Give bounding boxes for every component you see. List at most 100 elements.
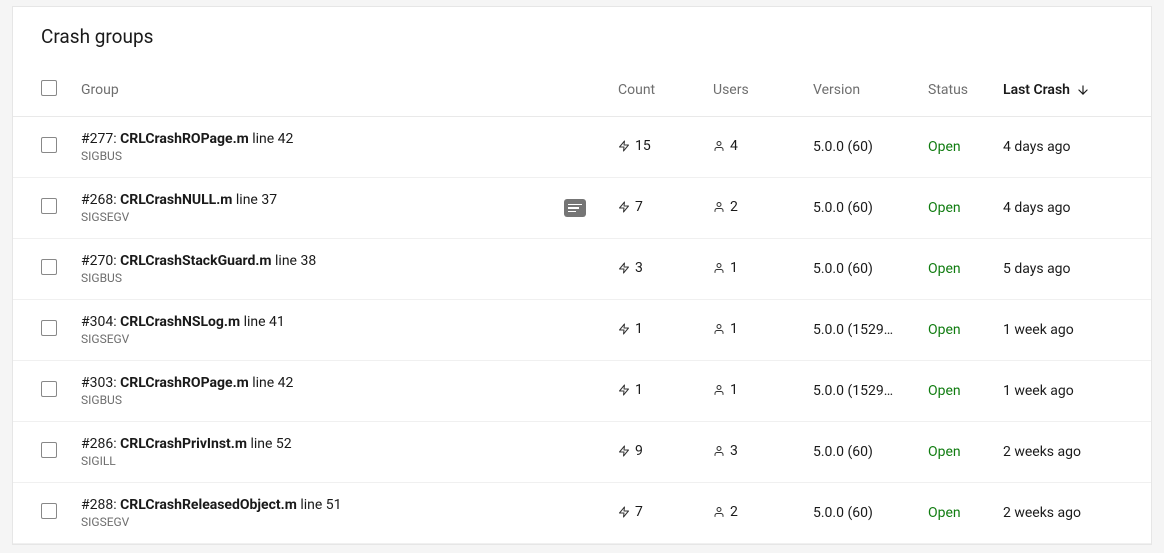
crash-file: CRLCrashNSLog.m	[120, 314, 240, 330]
crash-id: #304:	[81, 314, 117, 330]
count-value: 7	[635, 199, 643, 215]
count-value: 1	[635, 382, 643, 398]
crash-line: line 51	[300, 497, 341, 513]
crash-signal: SIGSEGV	[81, 515, 606, 529]
row-checkbox[interactable]	[41, 503, 57, 519]
crash-line: line 38	[275, 253, 316, 269]
user-icon	[713, 322, 725, 336]
sort-descending-icon	[1076, 83, 1090, 97]
user-icon	[713, 444, 725, 458]
table-row[interactable]: #277: CRLCrashROPage.m line 42 SIGBUS 15	[13, 117, 1151, 178]
crash-signal: SIGBUS	[81, 271, 606, 285]
version-value: 5.0.0 (60)	[813, 139, 928, 155]
lightning-icon	[618, 200, 630, 214]
users-value: 3	[730, 443, 738, 459]
crash-signal: SIGBUS	[81, 393, 606, 407]
users-value: 4	[730, 138, 738, 154]
table-row[interactable]: #286: CRLCrashPrivInst.m line 52 SIGILL …	[13, 422, 1151, 483]
column-header-last-crash[interactable]: Last Crash	[1003, 82, 1123, 98]
lightning-icon	[618, 383, 630, 397]
crash-signal: SIGSEGV	[81, 332, 606, 346]
users-value: 1	[730, 260, 738, 276]
users-value: 1	[730, 321, 738, 337]
count-value: 15	[635, 138, 651, 154]
crash-id: #277:	[81, 131, 117, 147]
row-checkbox[interactable]	[41, 137, 57, 153]
table-row[interactable]: #270: CRLCrashStackGuard.m line 38 SIGBU…	[13, 239, 1151, 300]
status-value: Open	[928, 383, 1003, 399]
column-header-status[interactable]: Status	[928, 82, 1003, 98]
status-value: Open	[928, 139, 1003, 155]
column-header-version[interactable]: Version	[813, 82, 928, 98]
status-value: Open	[928, 444, 1003, 460]
count-value: 7	[635, 504, 643, 520]
crash-id: #268:	[81, 192, 117, 208]
lightning-icon	[618, 505, 630, 519]
crash-signal: SIGBUS	[81, 149, 606, 163]
crash-line: line 42	[252, 375, 293, 391]
version-value: 5.0.0 (60)	[813, 261, 928, 277]
table-row[interactable]: #288: CRLCrashReleasedObject.m line 51 S…	[13, 483, 1151, 544]
version-value: 5.0.0 (60)	[813, 444, 928, 460]
crash-line: line 52	[250, 436, 291, 452]
last-crash-value: 1 week ago	[1003, 322, 1123, 338]
user-icon	[713, 139, 725, 153]
last-crash-value: 4 days ago	[1003, 139, 1123, 155]
crash-line: line 37	[236, 192, 277, 208]
note-icon	[564, 199, 586, 217]
user-icon	[713, 505, 725, 519]
last-crash-value: 2 weeks ago	[1003, 444, 1123, 460]
user-icon	[713, 200, 725, 214]
count-value: 3	[635, 260, 643, 276]
table-row[interactable]: #303: CRLCrashROPage.m line 42 SIGBUS 1	[13, 361, 1151, 422]
column-header-count[interactable]: Count	[618, 82, 713, 98]
lightning-icon	[618, 261, 630, 275]
crash-id: #270:	[81, 253, 117, 269]
last-crash-value: 2 weeks ago	[1003, 505, 1123, 521]
count-value: 9	[635, 443, 643, 459]
lightning-icon	[618, 322, 630, 336]
status-value: Open	[928, 261, 1003, 277]
row-checkbox[interactable]	[41, 381, 57, 397]
column-header-group[interactable]: Group	[81, 82, 618, 98]
crash-groups-panel: Crash groups Group Count Users Version S…	[12, 6, 1152, 545]
crash-file: CRLCrashStackGuard.m	[120, 253, 271, 269]
lightning-icon	[618, 444, 630, 458]
crash-line: line 41	[244, 314, 285, 330]
row-checkbox[interactable]	[41, 320, 57, 336]
panel-title: Crash groups	[13, 7, 1151, 58]
user-icon	[713, 261, 725, 275]
lightning-icon	[618, 139, 630, 153]
crash-file: CRLCrashPrivInst.m	[120, 436, 247, 452]
row-checkbox[interactable]	[41, 259, 57, 275]
crash-file: CRLCrashReleasedObject.m	[120, 497, 297, 513]
last-crash-value: 5 days ago	[1003, 261, 1123, 277]
row-checkbox[interactable]	[41, 198, 57, 214]
crash-line: line 42	[252, 131, 293, 147]
version-value: 5.0.0 (60)	[813, 505, 928, 521]
table-row[interactable]: #304: CRLCrashNSLog.m line 41 SIGSEGV 1	[13, 300, 1151, 361]
table-header: Group Count Users Version Status Last Cr…	[13, 58, 1151, 117]
last-crash-label: Last Crash	[1003, 82, 1070, 98]
status-value: Open	[928, 322, 1003, 338]
crash-file: CRLCrashROPage.m	[120, 131, 249, 147]
users-value: 1	[730, 382, 738, 398]
status-value: Open	[928, 200, 1003, 216]
status-value: Open	[928, 505, 1003, 521]
crash-id: #288:	[81, 497, 117, 513]
crash-signal: SIGILL	[81, 454, 606, 468]
version-value: 5.0.0 (1529…	[813, 383, 928, 399]
last-crash-value: 1 week ago	[1003, 383, 1123, 399]
row-checkbox[interactable]	[41, 442, 57, 458]
users-value: 2	[730, 504, 738, 520]
count-value: 1	[635, 321, 643, 337]
table-body: #277: CRLCrashROPage.m line 42 SIGBUS 15	[13, 117, 1151, 544]
version-value: 5.0.0 (1529…	[813, 322, 928, 338]
users-value: 2	[730, 199, 738, 215]
table-row[interactable]: #268: CRLCrashNULL.m line 37 SIGSEGV 7	[13, 178, 1151, 239]
version-value: 5.0.0 (60)	[813, 200, 928, 216]
select-all-checkbox[interactable]	[41, 80, 57, 96]
column-header-users[interactable]: Users	[713, 82, 813, 98]
user-icon	[713, 383, 725, 397]
crash-signal: SIGSEGV	[81, 210, 552, 224]
